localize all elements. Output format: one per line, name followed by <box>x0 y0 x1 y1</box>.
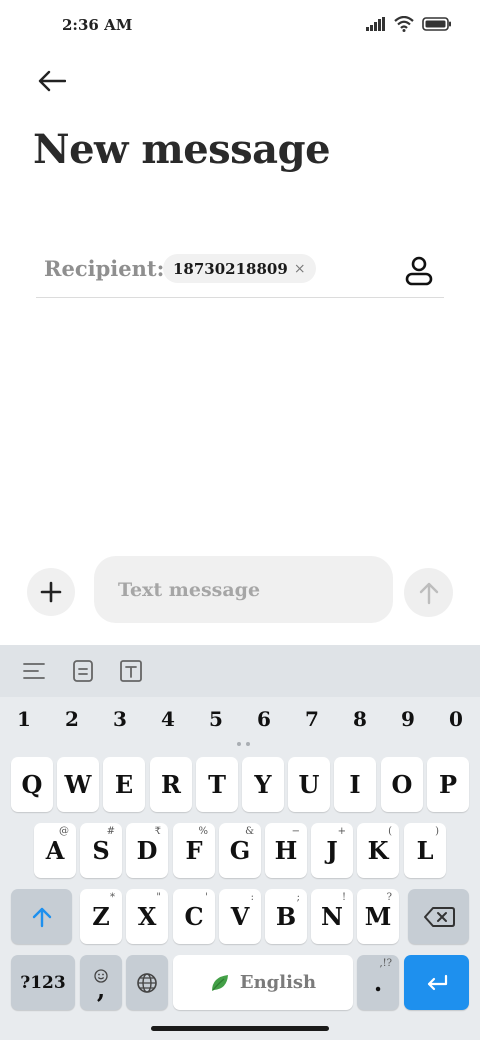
clipboard-icon[interactable] <box>70 658 96 684</box>
arrow-left-icon <box>38 70 66 92</box>
symbols-key[interactable]: ?123 <box>11 955 75 1010</box>
number-row: 1 2 3 4 5 6 7 8 9 0 <box>0 707 480 737</box>
key-e[interactable]: E <box>103 757 145 812</box>
key-m[interactable]: ? M <box>357 889 399 944</box>
status-icons <box>366 16 452 32</box>
key-p[interactable]: P <box>427 757 469 812</box>
text-box-icon[interactable] <box>118 658 144 684</box>
key-q[interactable]: Q <box>11 757 53 812</box>
recipient-label: Recipient: <box>44 256 165 281</box>
home-indicator[interactable] <box>151 1026 329 1031</box>
key-number[interactable]: 2 <box>57 707 87 731</box>
key-l[interactable]: ) L <box>404 823 446 878</box>
language-key[interactable] <box>126 955 168 1010</box>
key-u[interactable]: U <box>288 757 330 812</box>
shift-arrow-icon <box>32 907 51 927</box>
compose-bar <box>0 552 480 628</box>
key-c[interactable]: ' C <box>173 889 215 944</box>
recipient-row: Recipient: 18730218809 × <box>36 246 444 298</box>
key-number[interactable]: 1 <box>9 707 39 731</box>
key-number[interactable]: 5 <box>201 707 231 731</box>
key-number[interactable]: 8 <box>345 707 375 731</box>
shift-key[interactable] <box>11 889 72 944</box>
leaf-icon <box>211 974 228 991</box>
globe-icon <box>137 972 157 993</box>
signal-icon <box>366 17 385 31</box>
recipient-chip[interactable]: 18730218809 × <box>163 254 316 283</box>
status-time: 2:36 AM <box>62 16 133 34</box>
emoji-comma-key[interactable]: , <box>80 955 122 1010</box>
message-input[interactable] <box>94 556 393 623</box>
key-number[interactable]: 9 <box>393 707 423 731</box>
key-j[interactable]: + J <box>311 823 353 878</box>
key-o[interactable]: O <box>381 757 423 812</box>
key-a[interactable]: @ A <box>34 823 76 878</box>
keyboard: 1 2 3 4 5 6 7 8 9 0 Q W E R T Y U I O P … <box>0 645 480 1040</box>
back-button[interactable] <box>30 62 74 100</box>
key-h[interactable]: − H <box>265 823 307 878</box>
key-y[interactable]: Y <box>242 757 284 812</box>
key-k[interactable]: (K <box>357 823 399 878</box>
chip-close-icon[interactable]: × <box>294 261 306 277</box>
key-f[interactable]: % F <box>173 823 215 878</box>
key-number[interactable]: 7 <box>297 707 327 731</box>
keyboard-toolbar <box>0 645 480 697</box>
recipient-chip-number: 18730218809 <box>173 259 288 278</box>
contact-picker-button[interactable] <box>402 254 436 288</box>
page-title: New message <box>33 126 331 173</box>
space-label: English <box>239 972 317 993</box>
key-d[interactable]: ₹ D <box>126 823 168 878</box>
key-number[interactable]: 0 <box>441 707 471 731</box>
key-number[interactable]: 4 <box>153 707 183 731</box>
key-w[interactable]: W <box>57 757 99 812</box>
key-v[interactable]: :V <box>219 889 261 944</box>
wifi-icon <box>394 16 414 32</box>
key-s[interactable]: # S <box>80 823 122 878</box>
battery-icon <box>422 17 451 31</box>
align-left-icon[interactable] <box>21 658 47 684</box>
key-t[interactable]: T <box>196 757 238 812</box>
key-number[interactable]: 6 <box>249 707 279 731</box>
key-r[interactable]: R <box>150 757 192 812</box>
status-bar: 2:36 AM <box>0 0 480 54</box>
period-key[interactable]: ,!?. <box>357 955 399 1010</box>
plus-icon <box>40 581 62 603</box>
key-x[interactable]: " X <box>126 889 168 944</box>
arrow-up-icon <box>419 582 438 604</box>
attach-button[interactable] <box>27 568 75 616</box>
page-dots <box>237 742 250 746</box>
key-n[interactable]: ! N <box>311 889 353 944</box>
enter-icon <box>427 974 447 990</box>
person-icon <box>405 256 433 286</box>
key-number[interactable]: 3 <box>105 707 135 731</box>
backspace-key[interactable] <box>408 889 469 944</box>
backspace-icon <box>423 906 455 927</box>
key-i[interactable]: I <box>334 757 376 812</box>
key-z[interactable]: * Z <box>80 889 122 944</box>
key-b[interactable]: ; B <box>265 889 307 944</box>
key-g[interactable]: & G <box>219 823 261 878</box>
enter-key[interactable] <box>404 955 469 1010</box>
send-button[interactable] <box>404 568 453 617</box>
space-key[interactable]: English <box>173 955 353 1010</box>
